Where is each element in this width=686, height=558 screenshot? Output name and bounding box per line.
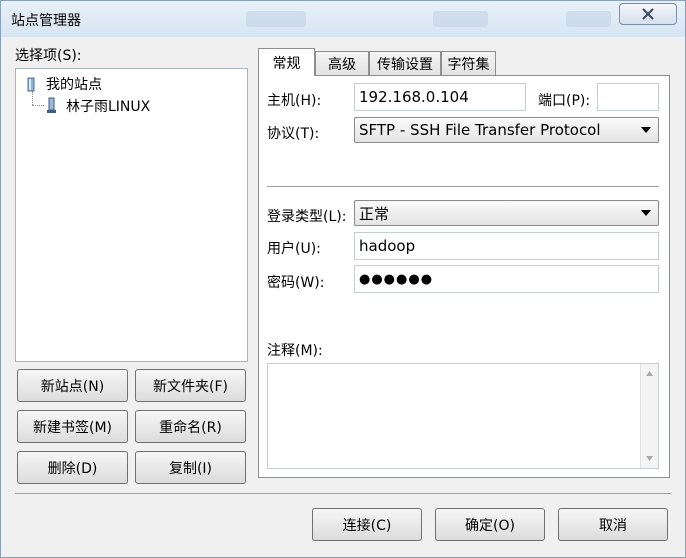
password-input[interactable]: ●●●●●● bbox=[354, 265, 659, 293]
tree-root-item[interactable]: 我的站点 bbox=[24, 74, 102, 94]
rename-button[interactable]: 重命名(R) bbox=[135, 410, 246, 443]
chevron-down-icon bbox=[641, 210, 651, 216]
general-tab-panel: 主机(H): 192.168.0.104 端口(P): 协议(T): SFTP … bbox=[258, 75, 670, 478]
server-icon bbox=[47, 97, 56, 113]
comments-textarea[interactable] bbox=[267, 363, 659, 469]
host-label: 主机(H): bbox=[267, 93, 322, 109]
tab-general[interactable]: 常规 bbox=[258, 48, 315, 76]
tab-advanced[interactable]: 高级 bbox=[315, 51, 369, 76]
tree-site-label: 林子雨LINUX bbox=[66, 99, 151, 115]
connect-button[interactable]: 连接(C) bbox=[312, 508, 422, 541]
site-manager-window: 站点管理器 选择项(S): 我的站点 林子雨LINUX 新站点(N) 新文件夹(… bbox=[0, 0, 686, 558]
cancel-button[interactable]: 取消 bbox=[558, 508, 668, 541]
new-bookmark-button[interactable]: 新建书签(M) bbox=[17, 410, 128, 443]
delete-button[interactable]: 删除(D) bbox=[17, 451, 128, 484]
footer-divider bbox=[15, 493, 671, 494]
host-input[interactable]: 192.168.0.104 bbox=[354, 83, 526, 111]
user-label: 用户(U): bbox=[267, 241, 321, 257]
port-label: 端口(P): bbox=[538, 93, 591, 109]
chevron-down-icon bbox=[641, 127, 651, 133]
logon-type-label: 登录类型(L): bbox=[267, 209, 347, 225]
scroll-arrows-icon bbox=[646, 371, 653, 461]
tree-root-label: 我的站点 bbox=[46, 77, 102, 93]
protocol-label: 协议(T): bbox=[267, 126, 320, 142]
background-blur bbox=[433, 11, 488, 27]
close-button[interactable] bbox=[619, 3, 677, 25]
port-input[interactable] bbox=[597, 83, 659, 111]
sites-folder-icon bbox=[27, 77, 35, 92]
comments-label: 注释(M): bbox=[267, 343, 323, 359]
tree-line bbox=[32, 105, 44, 107]
site-tree[interactable]: 我的站点 林子雨LINUX bbox=[15, 68, 248, 362]
title-bar[interactable]: 站点管理器 bbox=[1, 1, 685, 37]
copy-button[interactable]: 复制(I) bbox=[135, 451, 246, 484]
protocol-value: SFTP - SSH File Transfer Protocol bbox=[359, 121, 601, 139]
logon-type-select[interactable]: 正常 bbox=[354, 200, 659, 226]
comments-scrollbar[interactable] bbox=[640, 364, 658, 468]
password-label: 密码(W): bbox=[267, 275, 325, 291]
divider bbox=[267, 186, 659, 187]
new-site-button[interactable]: 新站点(N) bbox=[17, 369, 128, 402]
window-title: 站点管理器 bbox=[11, 13, 81, 29]
tree-label: 选择项(S): bbox=[15, 48, 82, 64]
tab-charset[interactable]: 字符集 bbox=[441, 51, 496, 76]
tab-transfer-settings[interactable]: 传输设置 bbox=[369, 51, 441, 76]
new-folder-button[interactable]: 新文件夹(F) bbox=[135, 369, 246, 402]
close-icon bbox=[642, 8, 654, 20]
ok-button[interactable]: 确定(O) bbox=[435, 508, 545, 541]
tree-line bbox=[32, 91, 34, 105]
logon-type-value: 正常 bbox=[359, 204, 390, 223]
protocol-select[interactable]: SFTP - SSH File Transfer Protocol bbox=[354, 117, 659, 143]
tree-site-item[interactable]: 林子雨LINUX bbox=[46, 96, 150, 116]
background-blur bbox=[566, 11, 611, 27]
user-input[interactable]: hadoop bbox=[354, 232, 659, 260]
background-blur bbox=[246, 11, 306, 27]
